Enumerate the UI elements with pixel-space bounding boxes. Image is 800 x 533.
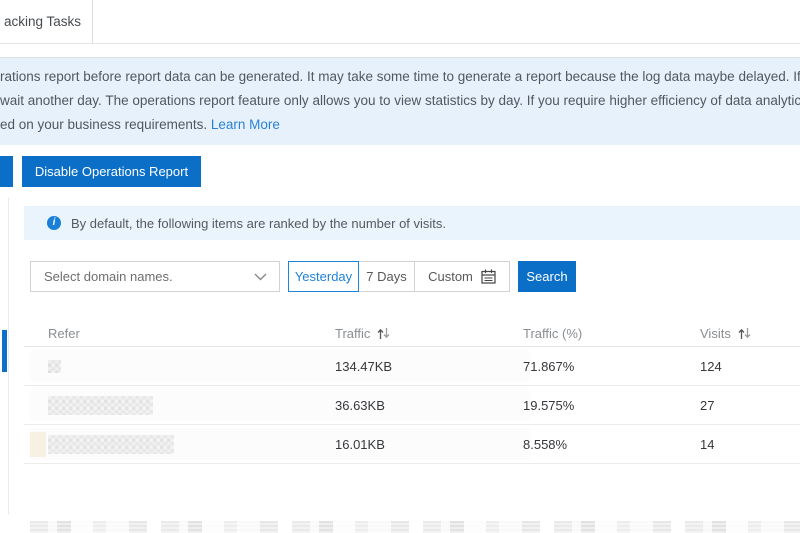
column-header-refer: Refer (24, 326, 335, 341)
traffic-pct-cell: 71.867% (523, 359, 700, 374)
range-7days-button[interactable]: 7 Days (358, 261, 415, 292)
search-button[interactable]: Search (518, 261, 576, 292)
cutoff-left-button[interactable] (0, 156, 13, 187)
sort-icon[interactable] (377, 327, 390, 340)
refer-ranking-table: Refer Traffic Traffic (%) Visits 134.47K… (24, 320, 800, 464)
info-banner-text: By default, the following items are rank… (71, 216, 446, 231)
range-custom-button[interactable]: Custom (414, 261, 510, 292)
table-row: 36.63KB 19.575% 27 (24, 386, 800, 425)
traffic-pct-cell: 8.558% (523, 437, 700, 452)
date-range-group: Yesterday 7 Days Custom (288, 261, 510, 292)
panel-left-border (8, 197, 9, 515)
calendar-icon (481, 269, 496, 284)
column-header-traffic[interactable]: Traffic (335, 326, 523, 341)
notice-line-2: wait another day. The operations report … (0, 89, 800, 113)
tab-bar: acking Tasks (0, 0, 800, 44)
sort-icon[interactable] (738, 327, 751, 340)
tab-tracking-tasks[interactable]: acking Tasks (0, 0, 93, 43)
learn-more-link[interactable]: Learn More (211, 117, 280, 132)
notice-line-1: rations report before report data can be… (0, 65, 800, 89)
table-header-row: Refer Traffic Traffic (%) Visits (24, 320, 800, 347)
chevron-down-icon (254, 273, 267, 281)
range-yesterday-button[interactable]: Yesterday (288, 261, 359, 292)
visits-cell: 27 (700, 398, 800, 413)
table-row: 134.47KB 71.867% 124 (24, 347, 800, 386)
tab-label: acking Tasks (4, 14, 81, 29)
visits-cell: 124 (700, 359, 800, 374)
blur-overlay (30, 350, 530, 382)
domain-select[interactable]: Select domain names. (30, 261, 280, 292)
blur-overlay-tint (30, 432, 46, 457)
info-icon: i (47, 216, 61, 230)
column-header-traffic-pct: Traffic (%) (523, 326, 700, 341)
operations-report-notice: rations report before report data can be… (0, 57, 800, 145)
column-header-visits[interactable]: Visits (700, 326, 800, 341)
traffic-pct-cell: 19.575% (523, 398, 700, 413)
disable-operations-report-button[interactable]: Disable Operations Report (22, 156, 201, 187)
domain-select-placeholder: Select domain names. (44, 269, 173, 284)
table-row: 16.01KB 8.558% 14 (24, 425, 800, 464)
left-blue-indicator-bar (2, 330, 7, 372)
ranking-info-banner: i By default, the following items are ra… (24, 206, 800, 240)
notice-line-3: ed on your business requirements. Learn … (0, 113, 800, 137)
redacted-bottom-strip (30, 521, 800, 533)
visits-cell: 14 (700, 437, 800, 452)
